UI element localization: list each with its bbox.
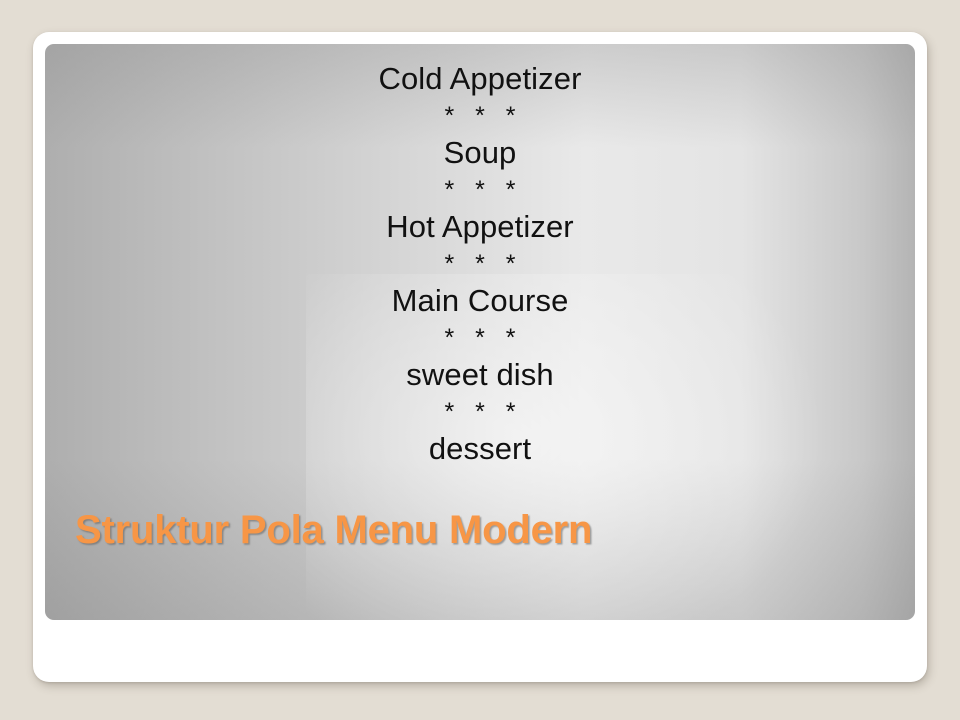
menu-course-main-course: Main Course [391,283,569,318]
menu-separator-5: * * * [444,398,523,426]
menu-separator-2: * * * [444,176,523,204]
menu-course-dessert: dessert [428,431,532,466]
slide-stage: Cold Appetizer * * * Soup * * * Hot Appe… [0,0,960,720]
slide-content-panel: Cold Appetizer * * * Soup * * * Hot Appe… [45,44,915,620]
menu-separator-1: * * * [444,102,523,130]
slide-card: Cold Appetizer * * * Soup * * * Hot Appe… [33,32,927,682]
menu-separator-4: * * * [444,324,523,352]
menu-structure-list: Cold Appetizer * * * Soup * * * Hot Appe… [45,58,915,470]
menu-separator-3: * * * [444,250,523,278]
menu-course-sweet-dish: sweet dish [406,357,554,392]
menu-course-cold-appetizer: Cold Appetizer [378,61,582,96]
menu-course-soup: Soup [443,135,517,170]
slide-title: Struktur Pola Menu Modern [75,508,593,552]
menu-course-hot-appetizer: Hot Appetizer [386,209,574,244]
